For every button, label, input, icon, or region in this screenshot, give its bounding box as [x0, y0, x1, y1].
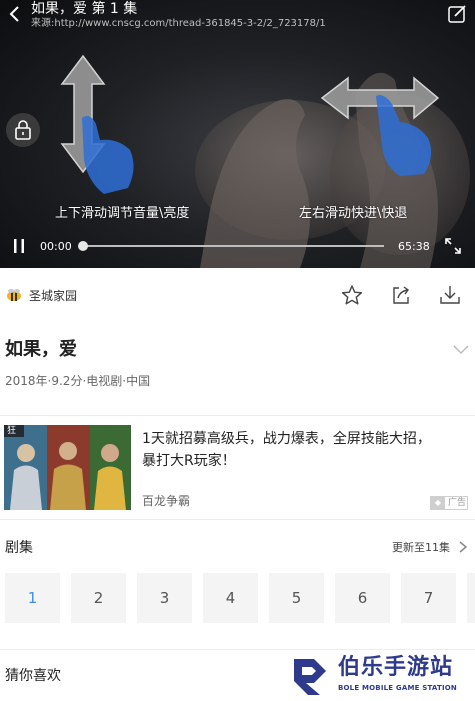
ad-badge: ◆ 广告 [430, 496, 468, 510]
pause-icon[interactable] [12, 238, 26, 254]
video-player[interactable]: 如果，爱 第 1 集 来源:http://www.cnscg.com/threa… [0, 0, 475, 268]
divider [0, 519, 475, 520]
recommend-title: 猜你喜欢 [5, 668, 61, 684]
back-icon[interactable] [6, 3, 24, 25]
ad-badge-label: 广告 [448, 498, 467, 508]
ad-image-caption: 狂 [7, 426, 17, 436]
watermark-name: 伯乐手游站 [338, 655, 454, 680]
episode-item-4[interactable]: 4 [203, 573, 258, 623]
lock-button[interactable] [6, 113, 40, 147]
episodes-update[interactable]: 更新至11集 [392, 541, 450, 555]
source-name[interactable]: 圣城家园 [29, 289, 77, 303]
watermark: 伯乐手游站 BOLE MOBILE GAME STATION [290, 655, 470, 697]
episode-item-7[interactable]: 7 [401, 573, 456, 623]
video-frame [60, 54, 470, 268]
episode-item-2[interactable]: 2 [71, 573, 126, 623]
seek-bar[interactable] [82, 245, 384, 247]
lock-icon [15, 120, 31, 140]
horizontal-swipe-hint: 左右滑动快进\快退 [299, 206, 408, 221]
episodes-title: 剧集 [5, 540, 33, 556]
ad-brand: 百龙争霸 [142, 494, 191, 508]
episode-item-3[interactable]: 3 [137, 573, 192, 623]
watermark-sub: BOLE MOBILE GAME STATION [338, 684, 457, 692]
current-time: 00:00 [40, 240, 72, 253]
ad-artwork [4, 425, 131, 510]
source-row: 圣城家园 [0, 268, 475, 322]
chevron-right-icon[interactable] [458, 540, 468, 554]
ad-text[interactable]: 1天就招募高级兵，战力爆表，全屏技能大招，暴打大R玩家！ [142, 428, 442, 472]
drama-title: 如果，爱 [5, 339, 77, 360]
video-source-url: 来源:http://www.cnscg.com/thread-361845-3-… [31, 18, 326, 29]
ad-badge-icon: ◆ [431, 497, 445, 509]
drama-meta: 2018年·9.2分·电视剧·中国 [5, 374, 151, 388]
total-time: 65:38 [398, 240, 430, 253]
episode-item-1[interactable]: 1 [5, 573, 60, 623]
episode-item-8[interactable]: 8 [467, 573, 475, 623]
ad-image[interactable]: 狂 [4, 425, 131, 510]
share-icon[interactable] [390, 284, 412, 306]
bole-logo-icon [294, 659, 326, 695]
ad-card[interactable]: 狂 1天就招募高级兵，战力爆表，全屏技能大招，暴打大R玩家！ 百龙争霸 ◆ 广告 [0, 416, 475, 520]
vertical-swipe-hint: 上下滑动调节音量\亮度 [55, 206, 190, 221]
download-icon[interactable] [439, 284, 461, 306]
divider [0, 649, 475, 650]
video-title: 如果，爱 第 1 集 [31, 1, 138, 17]
episode-item-6[interactable]: 6 [335, 573, 390, 623]
player-controls: 00:00 65:38 [0, 232, 475, 260]
seek-thumb[interactable] [78, 241, 88, 251]
fullscreen-icon[interactable] [444, 237, 462, 255]
chevron-down-icon[interactable] [452, 343, 470, 355]
edit-icon[interactable] [447, 4, 467, 24]
bee-logo-icon [7, 289, 21, 301]
episode-list: 12345678 [5, 573, 475, 623]
episode-item-5[interactable]: 5 [269, 573, 324, 623]
star-icon[interactable] [341, 284, 363, 306]
